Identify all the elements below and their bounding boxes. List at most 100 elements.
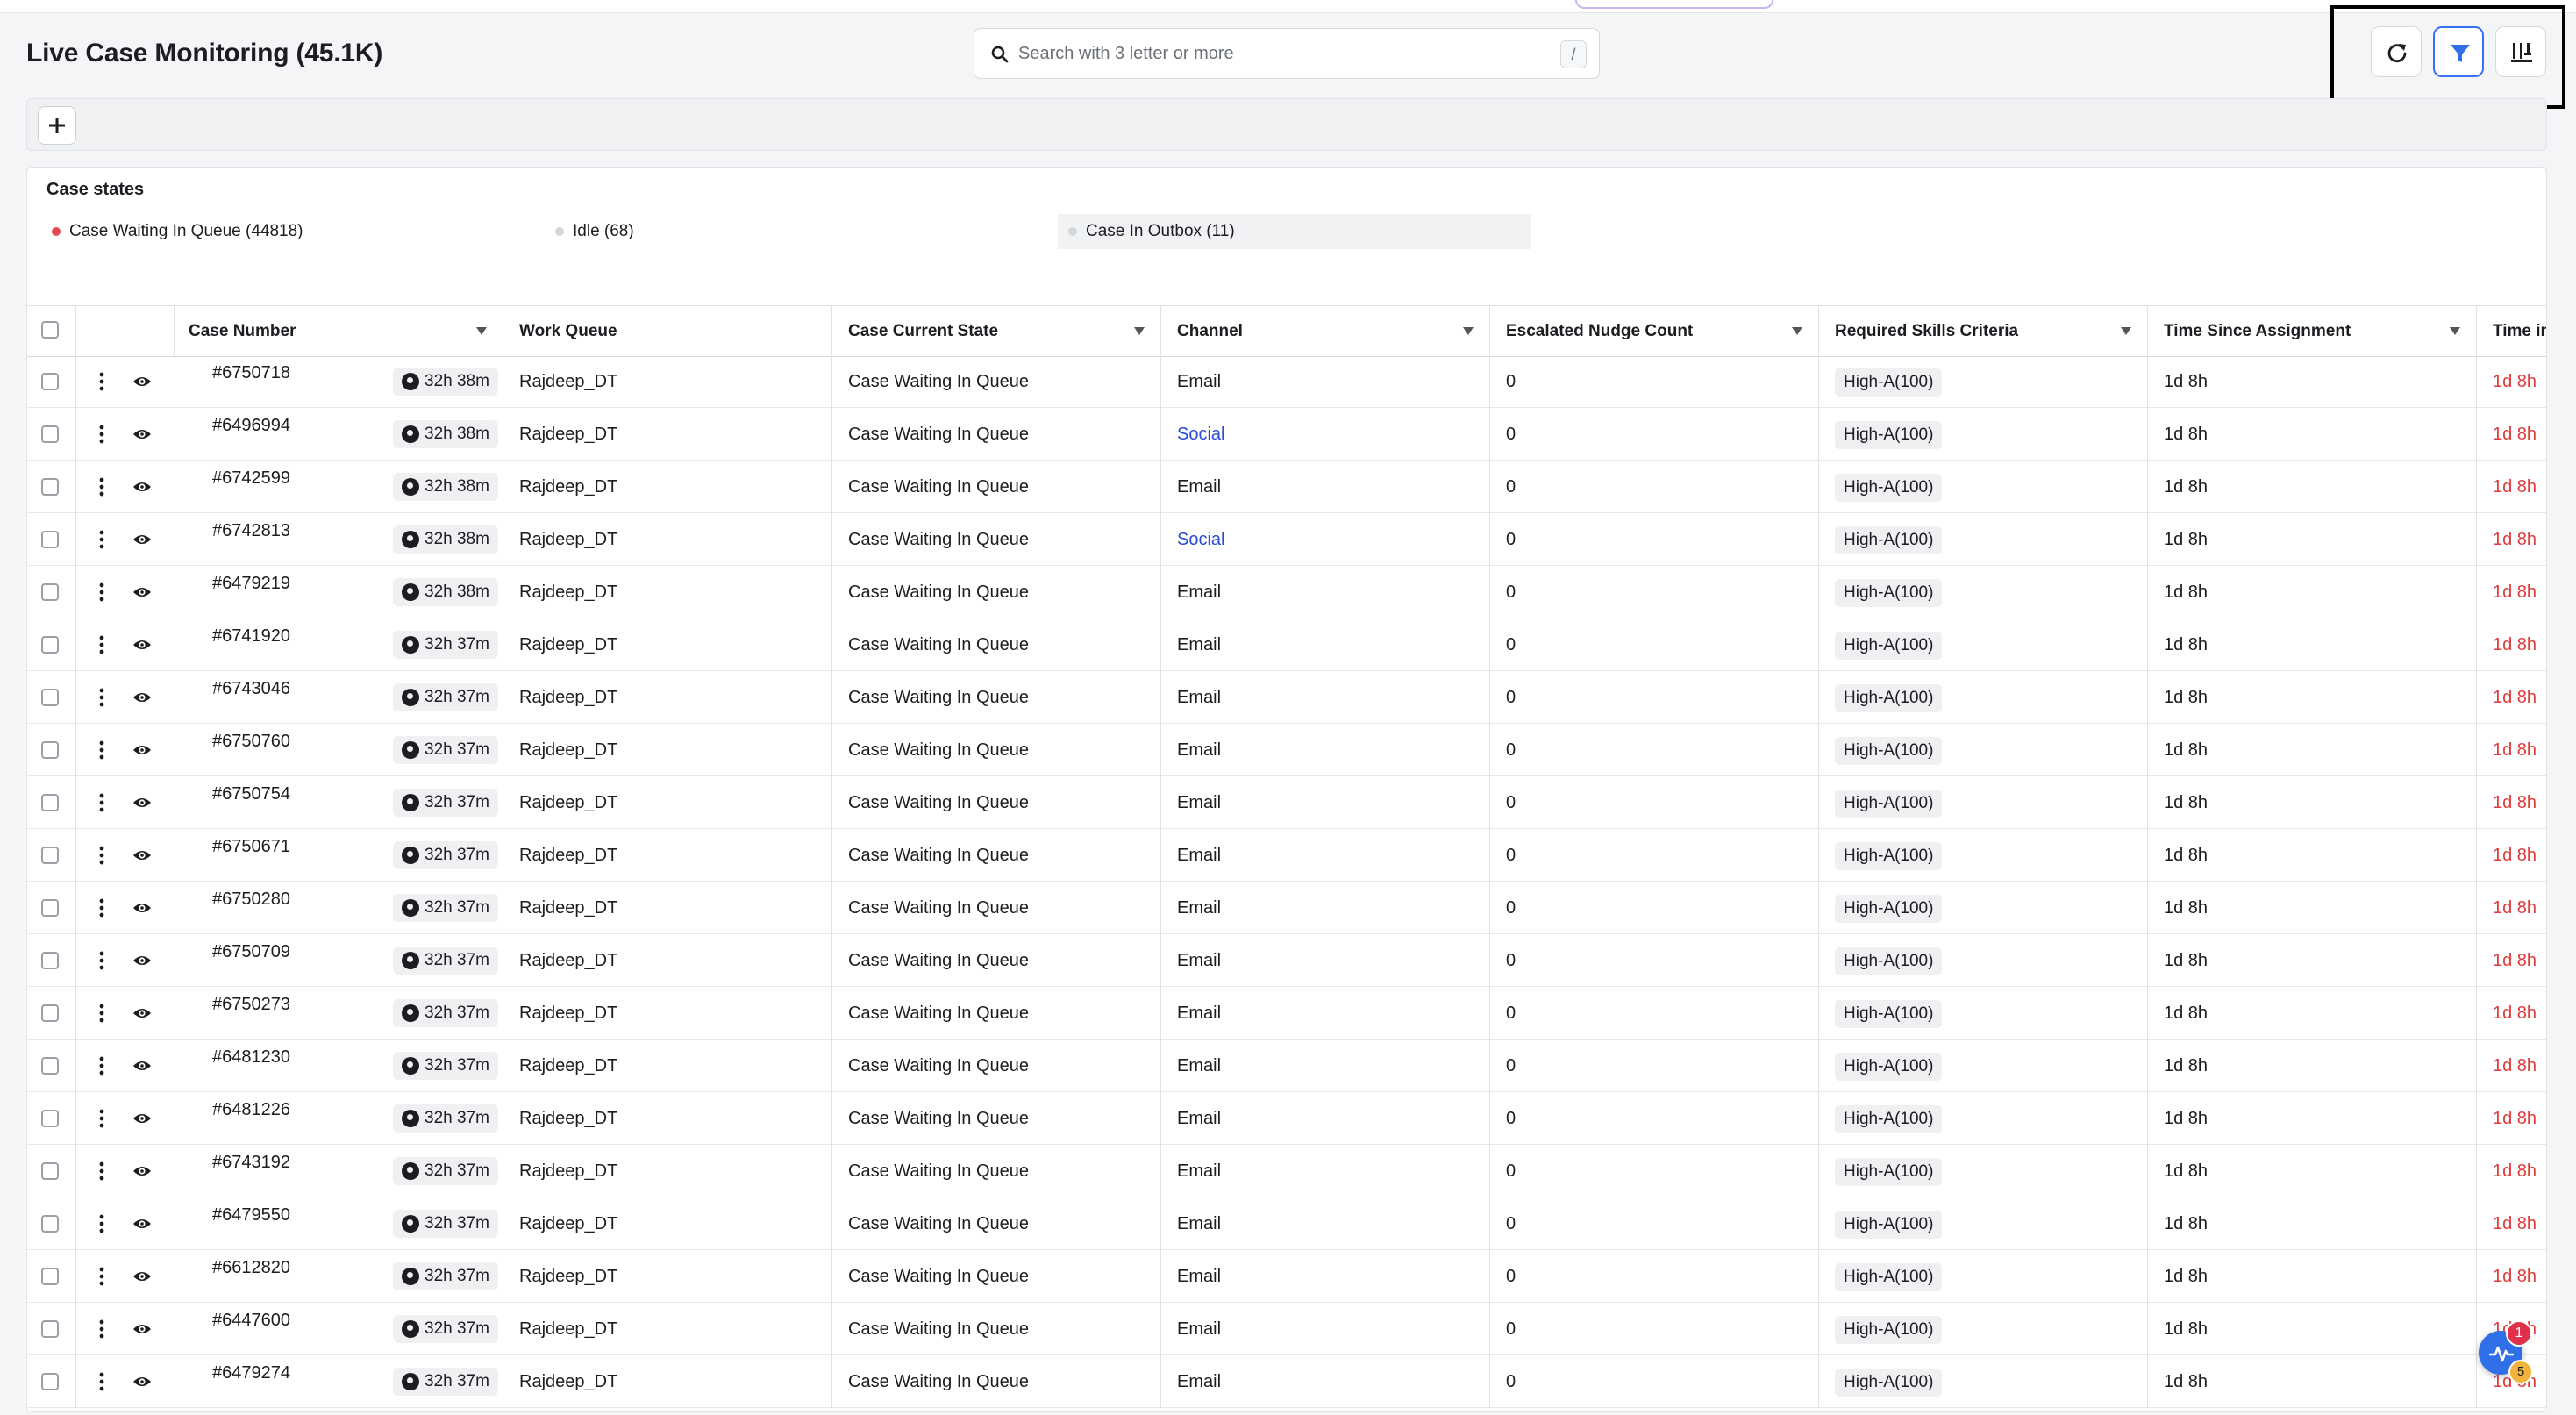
select-all-checkbox[interactable] (41, 321, 59, 339)
view-eye-icon[interactable] (132, 479, 152, 495)
view-eye-icon[interactable] (132, 1005, 152, 1021)
view-eye-icon[interactable] (132, 1163, 152, 1179)
table-row[interactable]: #6481230 32h 37m Rajdeep_DT Case Waiting In… (27, 1040, 2546, 1092)
row-checkbox[interactable] (41, 636, 59, 654)
refresh-button[interactable] (2371, 26, 2422, 77)
view-eye-icon[interactable] (132, 374, 152, 389)
case-number-link[interactable]: #6479274 (212, 1362, 290, 1383)
more-options-icon[interactable] (99, 1371, 104, 1392)
case-number-link[interactable]: #6447600 (212, 1310, 290, 1331)
table-row[interactable]: #6612820 32h 37m Rajdeep_DT Case Waiting In… (27, 1250, 2546, 1303)
sort-icon[interactable] (1463, 327, 1474, 335)
row-checkbox[interactable] (41, 794, 59, 811)
case-number-link[interactable]: #6742599 (212, 468, 290, 489)
row-checkbox[interactable] (41, 1004, 59, 1022)
header-time-in[interactable]: Time in (2477, 306, 2546, 356)
view-eye-icon[interactable] (132, 1374, 152, 1390)
more-options-icon[interactable] (99, 740, 104, 761)
header-escalated-nudge-count[interactable]: Escalated Nudge Count (1490, 306, 1819, 356)
more-options-icon[interactable] (99, 1003, 104, 1024)
row-checkbox[interactable] (41, 583, 59, 601)
row-checkbox[interactable] (41, 425, 59, 443)
search-input[interactable]: Search with 3 letter or more / (974, 28, 1600, 79)
table-row[interactable]: #6743046 32h 37m Rajdeep_DT Case Waiting In… (27, 671, 2546, 724)
view-eye-icon[interactable] (132, 1268, 152, 1284)
row-checkbox[interactable] (41, 1373, 59, 1390)
sort-icon[interactable] (2121, 327, 2131, 335)
case-number-link[interactable]: #6743192 (212, 1152, 290, 1173)
view-eye-icon[interactable] (132, 1058, 152, 1074)
sort-icon[interactable] (476, 327, 487, 335)
more-options-icon[interactable] (99, 476, 104, 497)
row-checkbox[interactable] (41, 689, 59, 706)
case-number-link[interactable]: #6742813 (212, 520, 290, 541)
more-options-icon[interactable] (99, 845, 104, 866)
case-number-link[interactable]: #6496994 (212, 415, 290, 436)
case-number-link[interactable]: #6612820 (212, 1257, 290, 1278)
channel-cell[interactable]: Social (1161, 408, 1490, 461)
row-checkbox[interactable] (41, 1057, 59, 1075)
view-eye-icon[interactable] (132, 1111, 152, 1126)
more-options-icon[interactable] (99, 1055, 104, 1076)
columns-button[interactable] (2495, 26, 2546, 77)
row-checkbox[interactable] (41, 1320, 59, 1338)
row-checkbox[interactable] (41, 847, 59, 864)
more-options-icon[interactable] (99, 950, 104, 971)
more-options-icon[interactable] (99, 529, 104, 550)
table-row[interactable]: #6742813 32h 38m Rajdeep_DT Case Waiting In… (27, 513, 2546, 566)
row-checkbox[interactable] (41, 741, 59, 759)
table-row[interactable]: #6750754 32h 37m Rajdeep_DT Case Waiting In… (27, 776, 2546, 829)
row-checkbox[interactable] (41, 373, 59, 390)
sort-icon[interactable] (1792, 327, 1802, 335)
filter-button[interactable] (2433, 26, 2484, 77)
case-number-link[interactable]: #6750760 (212, 731, 290, 752)
add-button[interactable] (38, 106, 76, 145)
view-eye-icon[interactable] (132, 1321, 152, 1337)
view-eye-icon[interactable] (132, 532, 152, 547)
row-checkbox[interactable] (41, 899, 59, 917)
case-number-link[interactable]: #6481230 (212, 1047, 290, 1068)
state-in-outbox[interactable]: Case In Outbox (11) (1058, 214, 1531, 249)
more-options-icon[interactable] (99, 1108, 104, 1129)
more-options-icon[interactable] (99, 634, 104, 655)
case-number-link[interactable]: #6750671 (212, 836, 290, 857)
state-idle[interactable]: Idle (68) (555, 218, 634, 245)
header-work-queue[interactable]: Work Queue (503, 306, 832, 356)
header-required-skills[interactable]: Required Skills Criteria (1819, 306, 2148, 356)
header-channel[interactable]: Channel (1161, 306, 1490, 356)
table-row[interactable]: #6479550 32h 37m Rajdeep_DT Case Waiting In… (27, 1197, 2546, 1250)
header-time-since-assignment[interactable]: Time Since Assignment (2148, 306, 2477, 356)
more-options-icon[interactable] (99, 1213, 104, 1234)
table-row[interactable]: #6750273 32h 37m Rajdeep_DT Case Waiting In… (27, 987, 2546, 1040)
table-row[interactable]: #6750718 32h 38m Rajdeep_DT Case Waiting In… (27, 355, 2546, 408)
row-checkbox[interactable] (41, 1162, 59, 1180)
table-row[interactable]: #6447600 32h 37m Rajdeep_DT Case Waiting In… (27, 1303, 2546, 1355)
view-eye-icon[interactable] (132, 953, 152, 968)
table-row[interactable]: #6750671 32h 37m Rajdeep_DT Case Waiting In… (27, 829, 2546, 882)
view-eye-icon[interactable] (132, 795, 152, 811)
row-checkbox[interactable] (41, 1110, 59, 1127)
more-options-icon[interactable] (99, 1161, 104, 1182)
row-checkbox[interactable] (41, 478, 59, 496)
case-number-link[interactable]: #6479219 (212, 573, 290, 594)
case-number-link[interactable]: #6750273 (212, 994, 290, 1015)
case-number-link[interactable]: #6743046 (212, 678, 290, 699)
view-eye-icon[interactable] (132, 426, 152, 442)
row-checkbox[interactable] (41, 1215, 59, 1233)
view-eye-icon[interactable] (132, 847, 152, 863)
case-number-link[interactable]: #6741920 (212, 625, 290, 647)
more-options-icon[interactable] (99, 424, 104, 445)
more-options-icon[interactable] (99, 687, 104, 708)
view-eye-icon[interactable] (132, 742, 152, 758)
view-eye-icon[interactable] (132, 584, 152, 600)
more-options-icon[interactable] (99, 897, 104, 918)
more-options-icon[interactable] (99, 371, 104, 392)
table-row[interactable]: #6750709 32h 37m Rajdeep_DT Case Waiting In… (27, 934, 2546, 987)
view-eye-icon[interactable] (132, 1216, 152, 1232)
case-number-link[interactable]: #6481226 (212, 1099, 290, 1120)
row-checkbox[interactable] (41, 952, 59, 969)
case-number-link[interactable]: #6750709 (212, 941, 290, 962)
table-row[interactable]: #6743192 32h 37m Rajdeep_DT Case Waiting In… (27, 1145, 2546, 1197)
more-options-icon[interactable] (99, 792, 104, 813)
header-case-current-state[interactable]: Case Current State (832, 306, 1161, 356)
